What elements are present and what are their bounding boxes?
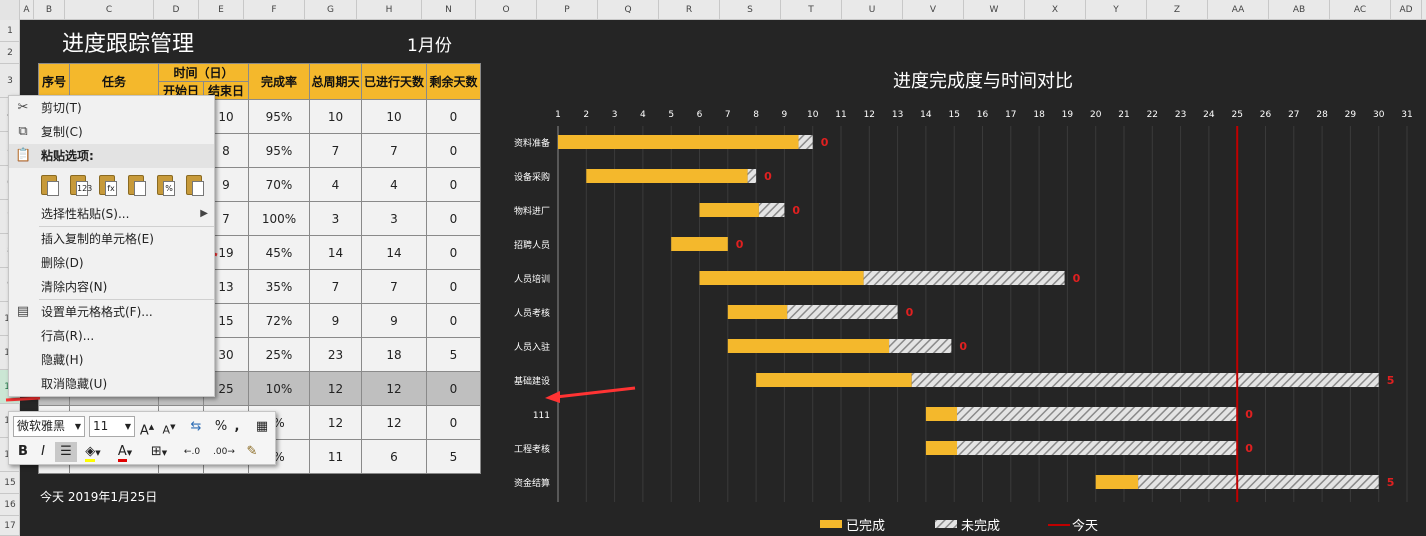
menu-cut-label: 剪切(T) <box>41 101 82 115</box>
comma-button[interactable]: , <box>231 417 243 437</box>
percent-button[interactable]: % <box>213 417 229 437</box>
decrease-decimal-button[interactable]: .00→ <box>209 442 239 462</box>
menu-unhide-label: 取消隐藏(U) <box>41 377 108 391</box>
mini-toolbar: 微软雅黑 ▼ 11 ▼ A▲ A▼ ⇆ % , ▦ B I ☰ ◈▼ A▼ ⊞▼… <box>8 411 276 465</box>
menu-item-format-cells[interactable]: ▤ 设置单元格格式(F)... <box>9 300 214 324</box>
format-painter-icon[interactable]: ▦ <box>253 417 271 437</box>
arrow-line-3 <box>5 396 41 402</box>
chevron-down-icon: ▼ <box>124 422 131 431</box>
menu-paste-special-label: 选择性粘贴(S)... <box>41 207 130 221</box>
paste-option-icon[interactable] <box>184 172 206 198</box>
fill-color-button[interactable]: ◈▼ <box>81 442 105 462</box>
arrow-head-2 <box>545 391 560 403</box>
menu-copy-label: 复制(C) <box>41 125 83 139</box>
menu-delete-label: 删除(D) <box>41 256 84 270</box>
menu-hide-label: 隐藏(H) <box>41 353 84 367</box>
shrink-font-label: A <box>162 423 171 437</box>
increase-decimal-button[interactable]: ←.0 <box>177 442 207 462</box>
paste-option-label: 123 <box>76 181 92 196</box>
borders-icon: ⊞ <box>150 444 162 459</box>
paste-option-icon[interactable]: fx <box>97 172 119 198</box>
shrink-font-button[interactable]: A▼ <box>161 417 177 437</box>
menu-item-copy[interactable]: ⧉ 复制(C) <box>9 120 214 144</box>
paste-option-icon[interactable]: % <box>155 172 177 198</box>
accounting-format-button[interactable]: ⇆ <box>183 417 209 437</box>
align-center-button[interactable]: ☰ <box>55 442 77 462</box>
menu-item-clear[interactable]: 清除内容(N) <box>9 275 214 299</box>
chevron-down-icon: ▼ <box>95 449 101 457</box>
font-name-select[interactable]: 微软雅黑 ▼ <box>13 416 85 437</box>
context-menu: ✂ 剪切(T) ⧉ 复制(C) 📋 粘贴选项: 123 fx% 选择性粘贴(S).… <box>8 95 215 397</box>
paste-option-label: fx <box>105 181 117 196</box>
font-size-value: 11 <box>93 419 109 433</box>
menu-paste-options-header: 📋 粘贴选项: <box>9 144 214 168</box>
paste-option-icon[interactable] <box>126 172 148 198</box>
chevron-down-icon: ▼ <box>126 449 133 457</box>
grow-font-label: A <box>139 423 149 439</box>
font-size-select[interactable]: 11 ▼ <box>89 416 135 437</box>
excel-window: ABCDEFGHNOPQRSTUVWXYZAAABACAD 1234567891… <box>0 0 1426 536</box>
menu-item-cut[interactable]: ✂ 剪切(T) <box>9 96 214 120</box>
italic-button[interactable]: I <box>35 442 51 462</box>
paste-option-icon[interactable] <box>39 172 61 198</box>
menu-item-row-height[interactable]: 行高(R)... <box>9 324 214 348</box>
font-color-label: A <box>117 444 127 462</box>
font-color-button[interactable]: A▼ <box>113 442 137 462</box>
menu-row-height-label: 行高(R)... <box>41 329 95 343</box>
format-cells-icon: ▤ <box>16 304 30 319</box>
bold-button[interactable]: B <box>15 442 31 462</box>
brush-icon[interactable]: ✎ <box>241 442 263 462</box>
copy-icon: ⧉ <box>18 124 28 139</box>
paste-icon: 📋 <box>15 148 32 163</box>
submenu-arrow-icon: ▶ <box>200 208 208 219</box>
menu-item-delete[interactable]: 删除(D) <box>9 251 214 275</box>
menu-item-unhide[interactable]: 取消隐藏(U) <box>9 372 214 396</box>
paste-option-label <box>47 181 59 196</box>
menu-item-hide[interactable]: 隐藏(H) <box>9 348 214 372</box>
paste-option-label <box>192 181 204 196</box>
menu-format-cells-label: 设置单元格格式(F)... <box>41 305 153 319</box>
scissors-icon: ✂ <box>17 100 29 115</box>
paint-bucket-icon: ◈ <box>85 444 96 462</box>
menu-item-insert-copied[interactable]: 插入复制的单元格(E) <box>9 227 214 251</box>
chevron-down-icon: ▼ <box>74 422 81 431</box>
menu-clear-label: 清除内容(N) <box>41 280 108 294</box>
arrow-line-2 <box>555 386 636 399</box>
borders-button[interactable]: ⊞▼ <box>147 442 171 462</box>
menu-insert-copied-label: 插入复制的单元格(E) <box>41 232 154 246</box>
font-name-value: 微软雅黑 <box>17 419 66 433</box>
paste-option-label <box>134 181 146 196</box>
menu-paste-options-label: 粘贴选项: <box>41 149 94 163</box>
paste-option-label: % <box>163 181 175 196</box>
chevron-down-icon: ▼ <box>161 449 168 457</box>
menu-item-paste-special[interactable]: 选择性粘贴(S)... ▶ <box>9 202 214 226</box>
grow-font-button[interactable]: A▲ <box>139 417 155 439</box>
paste-option-icon[interactable]: 123 <box>68 172 92 198</box>
paste-options-row: 123 fx% <box>9 168 214 202</box>
